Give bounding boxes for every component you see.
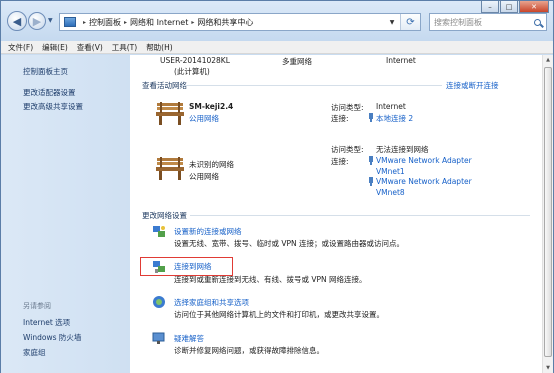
breadcrumb-network-sharing-center[interactable]: 网络和共享中心 bbox=[197, 17, 253, 28]
local-connection-link[interactable]: 本地连接 2 bbox=[376, 113, 413, 124]
internet-label: Internet bbox=[386, 56, 416, 65]
scroll-up-button[interactable]: ▲ bbox=[543, 55, 553, 65]
network-type-label: 公用网络 bbox=[189, 172, 219, 181]
search-input[interactable]: 搜索控制面板 bbox=[429, 13, 547, 31]
title-bar: ◀ ▶ ▼ ▸ 控制面板 ▸ 网络和 Internet ▸ 网络和共享中心 ▼ … bbox=[1, 1, 553, 41]
left-navigation-pane: 控制面板主页 更改适配器设置 更改高级共享设置 另请参阅 Internet 选项… bbox=[1, 55, 130, 373]
control-panel-icon bbox=[64, 17, 76, 27]
refresh-icon: ⟳ bbox=[406, 16, 415, 28]
internet-options-link[interactable]: Internet 选项 bbox=[23, 317, 70, 328]
setup-new-connection-link[interactable]: 设置新的连接或网络 bbox=[174, 226, 242, 237]
search-placeholder: 搜索控制面板 bbox=[434, 17, 482, 27]
view-active-networks-heading: 查看活动网络 bbox=[142, 81, 187, 90]
menu-edit[interactable]: 编辑(E) bbox=[42, 42, 68, 53]
access-type-label: 访问类型: bbox=[331, 145, 364, 154]
troubleshoot-icon bbox=[152, 332, 165, 344]
scroll-thumb[interactable] bbox=[544, 67, 552, 357]
network-type-link[interactable]: 公用网络 bbox=[189, 113, 219, 124]
homegroup-link[interactable]: 家庭组 bbox=[23, 347, 46, 358]
breadcrumb-separator: ▸ bbox=[191, 18, 195, 26]
connections-label: 连接: bbox=[331, 157, 349, 166]
change-advanced-sharing-link[interactable]: 更改高级共享设置 bbox=[23, 101, 83, 112]
menu-bar: 文件(F) 编辑(E) 查看(V) 工具(T) 帮助(H) bbox=[1, 41, 553, 54]
homegroup-sharing-icon bbox=[153, 296, 165, 308]
forward-arrow-icon: ▶ bbox=[32, 14, 42, 28]
change-adapter-settings-link[interactable]: 更改适配器设置 bbox=[23, 87, 76, 98]
connect-to-network-highlight bbox=[140, 257, 233, 276]
vmnet8-link[interactable]: VMnet8 bbox=[376, 188, 405, 197]
breadcrumb-separator: ▸ bbox=[83, 18, 87, 26]
scroll-down-button[interactable]: ▼ bbox=[543, 363, 553, 373]
see-also-heading: 另请参阅 bbox=[23, 302, 51, 310]
new-connection-icon bbox=[153, 226, 165, 237]
connect-disconnect-link[interactable]: 连接或断开连接 bbox=[446, 80, 499, 91]
window-caption-buttons: – □ ✕ bbox=[480, 1, 549, 15]
access-type-value: Internet bbox=[376, 102, 406, 111]
network-adapter-icon bbox=[369, 177, 373, 186]
breadcrumb-network-internet[interactable]: 网络和 Internet bbox=[130, 17, 188, 28]
section-divider bbox=[182, 85, 442, 86]
forward-button[interactable]: ▶ bbox=[28, 12, 46, 30]
computer-name: USER-20141028KL bbox=[160, 56, 230, 65]
this-computer-label: (此计算机) bbox=[174, 67, 210, 76]
recent-pages-dropdown[interactable]: ▼ bbox=[48, 17, 53, 24]
access-type-label: 访问类型: bbox=[331, 103, 364, 112]
vmware-adapter-vmnet8-link[interactable]: VMware Network Adapter bbox=[376, 177, 472, 186]
network-adapter-icon bbox=[369, 156, 373, 165]
task-description: 诊断并修复网络问题，或获得故障排除信息。 bbox=[174, 346, 324, 355]
minimize-button[interactable]: – bbox=[481, 1, 499, 13]
close-button[interactable]: ✕ bbox=[519, 1, 549, 13]
window: ◀ ▶ ▼ ▸ 控制面板 ▸ 网络和 Internet ▸ 网络和共享中心 ▼ … bbox=[0, 0, 554, 373]
multiple-networks-label: 多重网络 bbox=[282, 57, 312, 66]
change-network-settings-heading: 更改网络设置 bbox=[142, 211, 187, 220]
menu-help[interactable]: 帮助(H) bbox=[146, 42, 173, 53]
troubleshoot-link[interactable]: 疑难解答 bbox=[174, 333, 204, 344]
menu-view[interactable]: 查看(V) bbox=[77, 42, 103, 53]
vertical-scrollbar[interactable]: ▲ ▼ bbox=[542, 55, 553, 373]
vmnet1-link[interactable]: VMnet1 bbox=[376, 167, 405, 176]
network-name: SM-keji2.4 bbox=[189, 102, 234, 111]
homegroup-sharing-options-link[interactable]: 选择家庭组和共享选项 bbox=[174, 297, 249, 308]
main-content: USER-20141028KL (此计算机) 多重网络 Internet 查看活… bbox=[130, 55, 542, 373]
windows-firewall-link[interactable]: Windows 防火墙 bbox=[23, 332, 81, 343]
address-bar[interactable]: ▸ 控制面板 ▸ 网络和 Internet ▸ 网络和共享中心 ▼ ⟳ bbox=[59, 13, 421, 31]
address-dropdown-button[interactable]: ▼ bbox=[386, 14, 398, 30]
menu-tools[interactable]: 工具(T) bbox=[112, 42, 137, 53]
task-description: 设置无线、宽带、拨号、临时或 VPN 连接；或设置路由器或访问点。 bbox=[174, 239, 405, 248]
section-divider bbox=[190, 215, 530, 216]
network-name: 未识别的网络 bbox=[189, 160, 234, 169]
maximize-button[interactable]: □ bbox=[500, 1, 518, 13]
search-button[interactable] bbox=[530, 15, 544, 29]
back-button[interactable]: ◀ bbox=[7, 11, 27, 31]
public-network-bench-icon bbox=[156, 157, 184, 180]
network-adapter-icon bbox=[369, 113, 373, 122]
back-arrow-icon: ◀ bbox=[12, 14, 22, 28]
refresh-button[interactable]: ⟳ bbox=[400, 14, 420, 30]
search-icon bbox=[533, 18, 541, 26]
connections-label: 连接: bbox=[331, 114, 349, 123]
task-description: 访问位于其他网络计算机上的文件和打印机，或更改共享设置。 bbox=[174, 310, 384, 319]
breadcrumb-separator: ▸ bbox=[124, 18, 128, 26]
public-network-bench-icon bbox=[156, 102, 184, 125]
access-type-value: 无法连接到网络 bbox=[376, 145, 429, 154]
control-panel-home-link[interactable]: 控制面板主页 bbox=[23, 66, 68, 77]
vmware-adapter-vmnet1-link[interactable]: VMware Network Adapter bbox=[376, 156, 472, 165]
menu-file[interactable]: 文件(F) bbox=[8, 42, 33, 53]
breadcrumb-control-panel[interactable]: 控制面板 bbox=[89, 17, 121, 28]
